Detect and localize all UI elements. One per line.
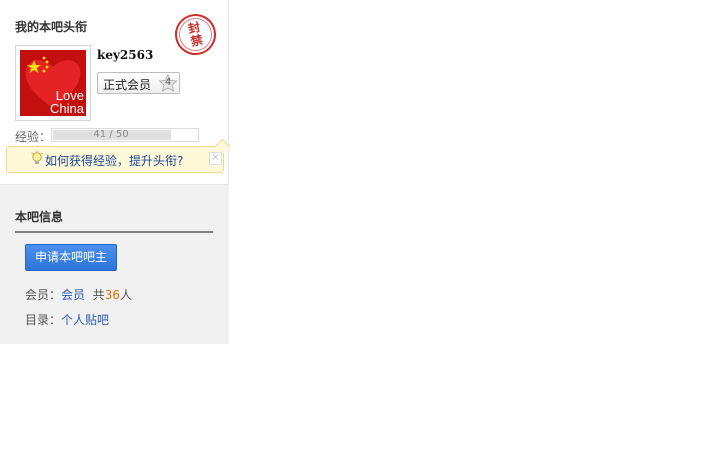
section-heading-forum-info: 本吧信息	[15, 210, 64, 224]
experience-value: 41 / 50	[93, 129, 129, 140]
member-count-line: 会员：会员 共36人	[25, 286, 132, 303]
avatar-image: Love China	[20, 50, 86, 116]
my-title-section: 我的本吧头衔 封禁 Love China key2563 正式会员 4 经验： …	[0, 0, 231, 185]
forum-info-section: 本吧信息 申请本吧吧主 会员：会员 共36人 目录：个人贴吧	[0, 185, 229, 344]
banned-stamp-icon: 封禁	[171, 10, 220, 59]
svg-text:China: China	[50, 101, 85, 116]
member-count: 36	[104, 288, 120, 302]
directory-link[interactable]: 个人贴吧	[61, 313, 109, 327]
level-star-icon: 4	[158, 74, 178, 92]
members-suffix: 人	[119, 288, 132, 302]
members-prefix: 共	[92, 288, 105, 302]
avatar[interactable]: Love China	[15, 45, 91, 121]
username[interactable]: key2563	[97, 48, 153, 62]
directory-line: 目录：个人贴吧	[25, 311, 109, 328]
lightbulb-icon	[31, 151, 43, 170]
divider	[15, 231, 213, 233]
experience-label: 经验：	[15, 130, 52, 144]
how-to-gain-experience-link[interactable]: 如何获得经验，提升头衔?	[45, 152, 183, 169]
members-label: 会员：	[25, 288, 62, 302]
members-link[interactable]: 会员	[61, 288, 85, 302]
section-heading-my-title: 我的本吧头衔	[15, 20, 88, 34]
member-title-badge[interactable]: 正式会员 4	[97, 72, 180, 94]
directory-label: 目录：	[25, 313, 62, 327]
experience-tip: 如何获得经验，提升头衔? ×	[6, 138, 231, 173]
member-title-label: 正式会员	[103, 78, 152, 92]
experience-progress-bar: 41 / 50	[51, 128, 199, 142]
apply-moderator-button[interactable]: 申请本吧吧主	[25, 244, 117, 271]
close-icon[interactable]: ×	[209, 152, 222, 165]
forum-sidebar: 我的本吧头衔 封禁 Love China key2563 正式会员 4 经验： …	[0, 0, 231, 344]
